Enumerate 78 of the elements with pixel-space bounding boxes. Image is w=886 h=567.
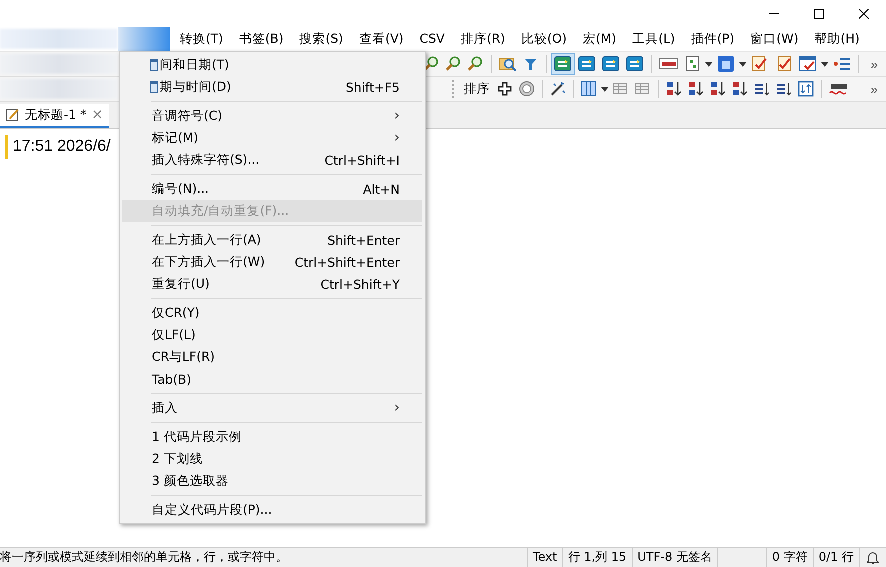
caret-icon[interactable] (705, 62, 713, 66)
toolbar-button[interactable] (551, 53, 576, 75)
magnifier-icon (446, 56, 462, 72)
menu-item[interactable]: 1 代码片段示例 (122, 426, 422, 448)
status-position: 行 1,列 15 (562, 548, 632, 567)
menu-item[interactable]: 插入 › (122, 397, 422, 419)
menu-item[interactable]: 间和日期(T) (122, 54, 422, 76)
document-icon (717, 55, 735, 73)
menu-item[interactable]: 转换(T) (172, 27, 232, 51)
list-icon (832, 56, 851, 72)
menu-item[interactable]: 重复行(U) Ctrl+Shift+Y (122, 273, 422, 295)
menu-item[interactable]: 宏(M) (575, 27, 625, 51)
sort-icon (688, 81, 704, 97)
overflow-button[interactable]: » (862, 82, 886, 96)
menu-item[interactable]: 工具(L) (624, 27, 684, 51)
spellcheck-icon (829, 81, 849, 97)
status-encoding: UTF-8 无签名 (632, 548, 718, 567)
menu-item[interactable]: 比较(O) (513, 27, 576, 51)
menu-item[interactable]: 3 颜色选取器 (122, 470, 422, 492)
menu-item[interactable]: 书签(B) (231, 27, 292, 51)
menu-item[interactable]: 查看(V) (351, 27, 412, 51)
sort-icon (666, 81, 682, 97)
sort-box-icon (798, 81, 814, 97)
notepad-icon (6, 108, 20, 122)
magic-wand-icon (550, 81, 566, 97)
sort-lines-icon (754, 81, 770, 97)
magnifier-icon (468, 56, 484, 72)
magnifier-icon (424, 56, 440, 72)
maximize-icon (814, 8, 824, 18)
columns-icon (581, 81, 597, 97)
close-icon (858, 8, 868, 18)
caret-icon[interactable] (601, 86, 609, 92)
grid-icon (635, 82, 651, 96)
menu-item[interactable]: 音调符号(C) › (122, 105, 422, 127)
status-message: 将一序列或模式延续到相邻的单元格，行，或字符中。 (0, 549, 289, 566)
menu-item[interactable]: 期与时间(D) Shift+F5 (122, 76, 422, 98)
sort-label: 排序 (463, 80, 491, 98)
menu-item[interactable]: 帮助(H) (806, 27, 868, 51)
tree-icon (686, 56, 700, 72)
circle-icon (519, 81, 535, 97)
caret-icon[interactable] (820, 62, 829, 66)
window-check-icon (798, 56, 817, 72)
change-marker (5, 135, 8, 159)
spellcheck-box-icon (659, 57, 680, 71)
close-icon[interactable]: × (92, 107, 104, 123)
document-tab[interactable]: 无标题-1 * × (0, 104, 110, 128)
bell-icon[interactable] (867, 551, 879, 564)
overflow-button[interactable]: » (862, 56, 886, 72)
checked-document-icon (750, 55, 769, 73)
sort-icon (732, 81, 748, 97)
menu-item[interactable]: 仅CR(Y) (122, 302, 422, 324)
menu-highlight[interactable] (118, 27, 170, 51)
menu-item[interactable]: 插件(P) (683, 27, 743, 51)
menu-item[interactable]: 窗口(W) (742, 27, 807, 51)
menu-item[interactable]: 标记(M) › (122, 127, 422, 149)
menu-item[interactable]: 在上方插入一行(A) Shift+Enter (122, 229, 422, 251)
menu-item[interactable]: CR与LF(R) (122, 346, 422, 368)
plus-icon (498, 82, 512, 96)
menu-item[interactable]: 编号(N)... Alt+N (122, 178, 422, 200)
filter-icon (524, 56, 538, 72)
menu-item[interactable]: CSV (412, 27, 453, 51)
status-chars: 0 字符 (766, 548, 813, 567)
status-mode: Text (526, 548, 562, 567)
menu-item[interactable]: 在下方插入一行(W) Ctrl+Shift+Enter (122, 251, 422, 273)
grid-icon (613, 82, 629, 96)
sort-icon (710, 81, 726, 97)
menu-item[interactable]: 自定义代码片段(P)... (122, 499, 422, 521)
menu-item[interactable]: 搜索(S) (292, 27, 352, 51)
editor-text: 17:51 2026/6/ (13, 137, 111, 157)
status-lines: 0/1 行 (812, 548, 859, 567)
menu-item[interactable]: 仅LF(L) (122, 324, 422, 346)
menu-item[interactable]: 排序(R) (452, 27, 514, 51)
sort-lines-icon (776, 81, 792, 97)
menu-item[interactable]: 插入特殊字符(S)... Ctrl+Shift+I (122, 149, 422, 171)
caret-icon[interactable] (738, 62, 747, 66)
menu-item[interactable]: Tab(B) (122, 368, 422, 390)
folder-search-icon (499, 56, 518, 72)
menu-item[interactable]: 2 下划线 (122, 448, 422, 470)
